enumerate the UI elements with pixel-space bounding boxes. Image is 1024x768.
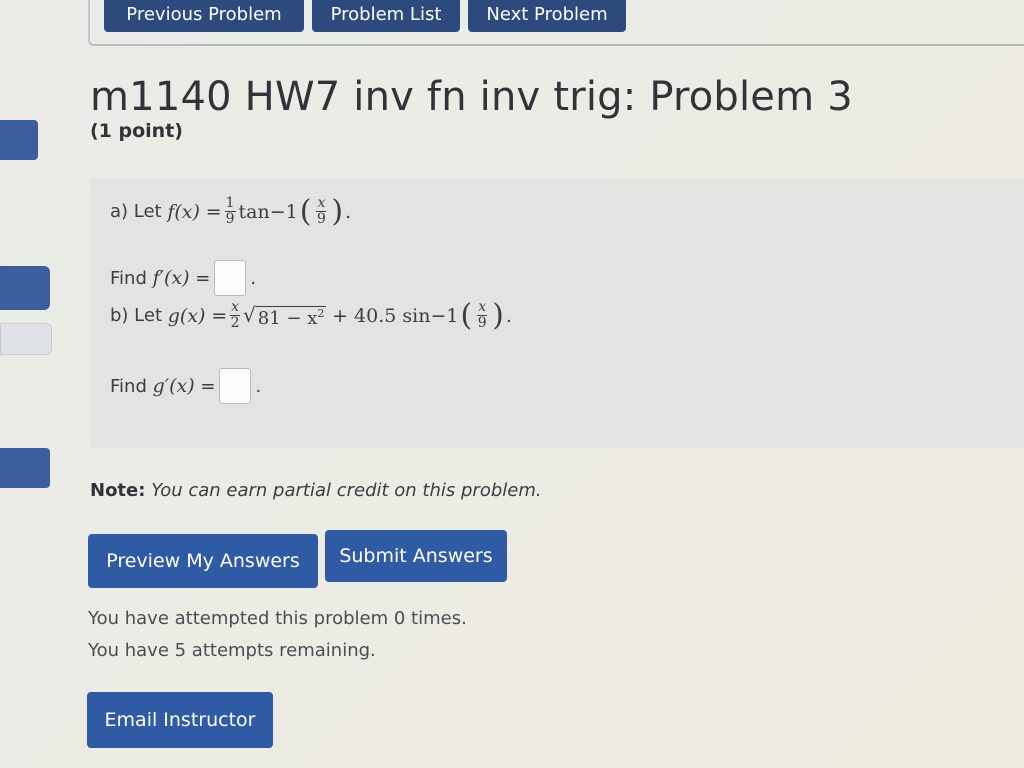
sidebar-tab[interactable] [0,266,50,310]
radicand-exponent: 2 [317,306,325,320]
part-a-function: f(x) [167,200,200,223]
part-b-prefix: b) Let [110,305,163,326]
previous-problem-button[interactable]: Previous Problem [104,0,304,32]
left-paren: ( [460,297,473,333]
part-b-function: g(x) [167,304,206,327]
left-paren: ( [299,193,312,229]
remaining-text: You have 5 attempts remaining. [88,640,376,661]
fraction-denominator: 2 [230,315,240,331]
square-root: √ 81 − x2 [243,302,327,329]
part-a-statement: a) Let f(x) = 1 9 tan −1 ( x 9 ) . [110,196,351,227]
preview-answers-button[interactable]: Preview My Answers [88,534,318,588]
fraction-denominator: 9 [225,211,235,227]
next-problem-button[interactable]: Next Problem [468,0,626,32]
trig-function: tan [238,200,270,223]
note-label: Note: [90,480,146,501]
problem-body: a) Let f(x) = 1 9 tan −1 ( x 9 ) . Find f… [90,178,1024,448]
right-paren: ) [492,297,504,333]
equals-sign: = [195,267,211,289]
note-text: You can earn partial credit on this prob… [151,480,542,501]
fraction: x 9 [477,299,488,331]
partial-credit-note: Note: You can earn partial credit on thi… [90,480,542,501]
inverse-exponent: −1 [430,304,459,327]
period: . [255,375,262,397]
fraction: x 9 [316,195,327,227]
problem-points: (1 point) [90,120,183,142]
problem-nav-bar: Previous Problem Problem List Next Probl… [88,0,1024,46]
fraction: x 2 [230,299,241,331]
fraction-numerator: 1 [224,195,236,212]
sidebar-tab[interactable] [0,323,52,355]
fraction-numerator: x [477,299,488,316]
period: . [250,267,257,289]
answer-input-a[interactable] [214,260,247,296]
fraction-numerator: x [316,195,327,212]
part-b-statement: b) Let g(x) = x 2 √ 81 − x2 + 40.5 sin −1… [110,300,512,331]
fraction-numerator: x [230,299,241,316]
answer-input-b[interactable] [219,368,252,404]
equals-sign: = [205,200,222,223]
fraction: 1 9 [224,195,236,227]
part-a-prefix: a) Let [110,201,162,222]
fraction-denominator: 9 [477,315,487,331]
part-a-find: Find f′(x) = . [110,260,256,296]
inverse-exponent: −1 [269,200,298,223]
submit-answers-button[interactable]: Submit Answers [325,530,507,582]
radicand-text: 81 − x [257,307,318,329]
equals-sign: = [200,375,216,397]
sidebar-tab[interactable] [0,448,50,488]
plus-term: + 40.5 sin [332,304,431,327]
fraction-denominator: 9 [316,211,326,227]
period: . [345,200,352,223]
problem-list-button[interactable]: Problem List [312,0,460,32]
derivative-g: g′(x) [152,375,195,397]
part-b-find: Find g′(x) = . [110,368,261,404]
find-label: Find [110,375,147,397]
attempts-text: You have attempted this problem 0 times. [88,608,467,629]
radical-sign: √ [243,302,256,327]
radicand: 81 − x2 [255,305,327,329]
find-label: Find [110,267,147,289]
derivative-f: f′(x) [152,267,190,289]
sidebar-tab[interactable] [0,120,38,160]
page-title: m1140 HW7 inv fn inv trig: Problem 3 [90,74,853,120]
email-instructor-button[interactable]: Email Instructor [87,692,273,748]
equals-sign: = [211,304,228,327]
right-paren: ) [331,193,344,229]
period: . [505,304,512,327]
